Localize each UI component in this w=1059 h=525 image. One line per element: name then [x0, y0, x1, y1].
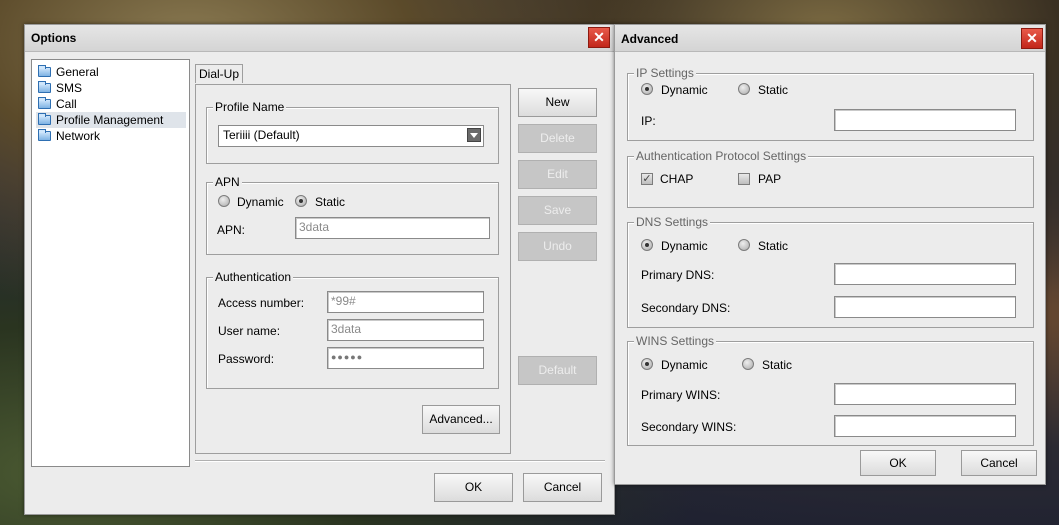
default-button[interactable]: Default	[518, 356, 597, 385]
secondary-wins-label: Secondary WINS:	[641, 420, 737, 434]
apn-static-radio[interactable]	[295, 195, 307, 207]
apn-legend: APN	[213, 175, 242, 189]
pap-checkbox[interactable]	[738, 173, 750, 185]
advanced-close-icon[interactable]: ✕	[1021, 28, 1043, 49]
user-name-label: User name:	[218, 324, 281, 338]
edit-button[interactable]: Edit	[518, 160, 597, 189]
tree-item-profile-management[interactable]: Profile Management	[36, 112, 186, 128]
options-title: Options	[31, 31, 77, 45]
secondary-wins-field[interactable]	[834, 415, 1016, 437]
secondary-dns-field[interactable]	[834, 296, 1016, 318]
advanced-dialog: Advanced ✕ IP Settings Dynamic Static IP…	[614, 24, 1046, 485]
folder-open-icon	[38, 113, 51, 125]
options-titlebar[interactable]: Options ✕	[25, 25, 614, 52]
wins-dynamic-radio[interactable]	[641, 358, 653, 370]
advanced-title: Advanced	[621, 32, 679, 46]
auth-protocol-group: Authentication Protocol Settings ✓ CHAP …	[627, 149, 1034, 208]
category-tree: General SMS Call Profile Management Netw…	[31, 59, 190, 467]
auth-protocol-legend: Authentication Protocol Settings	[634, 149, 809, 163]
dns-dynamic-label: Dynamic	[661, 239, 708, 253]
advanced-cancel-button[interactable]: Cancel	[961, 450, 1037, 476]
options-cancel-button[interactable]: Cancel	[523, 473, 602, 502]
ip-field[interactable]	[834, 109, 1016, 131]
options-ok-button[interactable]: OK	[434, 473, 513, 502]
access-number-field[interactable]: *99#	[327, 291, 484, 313]
chap-label: CHAP	[660, 172, 694, 186]
wins-settings-legend: WINS Settings	[634, 334, 717, 348]
authentication-legend: Authentication	[213, 270, 294, 284]
profile-select[interactable]: Teriiii (Default)	[218, 125, 484, 147]
dns-settings-group: DNS Settings Dynamic Static Primary DNS:…	[627, 215, 1034, 328]
apn-label: APN:	[217, 223, 246, 237]
ip-dynamic-label: Dynamic	[661, 83, 708, 97]
profile-select-value: Teriiii (Default)	[223, 128, 300, 142]
dns-dynamic-radio[interactable]	[641, 239, 653, 251]
ip-label: IP:	[641, 114, 656, 128]
apn-group: APN Dynamic Static APN: 3data	[206, 175, 499, 255]
primary-wins-label: Primary WINS:	[641, 388, 721, 402]
advanced-ok-button[interactable]: OK	[860, 450, 936, 476]
apn-static-label: Static	[315, 195, 346, 209]
authentication-group: Authentication Access number: *99# User …	[206, 270, 499, 389]
access-number-label: Access number:	[218, 296, 305, 310]
dns-settings-legend: DNS Settings	[634, 215, 711, 229]
save-button[interactable]: Save	[518, 196, 597, 225]
delete-button[interactable]: Delete	[518, 124, 597, 153]
options-dialog: Options ✕ General SMS Call Profile Manag…	[24, 24, 615, 515]
tab-dial-up[interactable]: Dial-Up	[195, 64, 244, 83]
wins-static-radio[interactable]	[742, 358, 754, 370]
tree-item-sms[interactable]: SMS	[36, 80, 186, 96]
user-name-field[interactable]: 3data	[327, 319, 484, 341]
ip-settings-legend: IP Settings	[634, 66, 696, 80]
tree-item-general[interactable]: General	[36, 64, 186, 80]
primary-wins-field[interactable]	[834, 383, 1016, 405]
ip-static-radio[interactable]	[738, 83, 750, 95]
wins-dynamic-label: Dynamic	[661, 358, 708, 372]
ip-dynamic-radio[interactable]	[641, 83, 653, 95]
options-footer-separator	[195, 460, 605, 462]
folder-icon	[38, 97, 51, 109]
secondary-dns-label: Secondary DNS:	[641, 301, 731, 315]
profile-name-legend: Profile Name	[213, 100, 287, 114]
apn-dynamic-radio[interactable]	[218, 195, 230, 207]
primary-dns-field[interactable]	[834, 263, 1016, 285]
tree-item-call[interactable]: Call	[36, 96, 186, 112]
pap-label: PAP	[758, 172, 782, 186]
folder-icon	[38, 81, 51, 93]
tree-item-network[interactable]: Network	[36, 128, 186, 144]
primary-dns-label: Primary DNS:	[641, 268, 715, 282]
apn-dynamic-label: Dynamic	[237, 195, 284, 209]
apn-field[interactable]: 3data	[295, 217, 490, 239]
advanced-button[interactable]: Advanced...	[422, 405, 500, 434]
folder-icon	[38, 65, 51, 77]
advanced-titlebar[interactable]: Advanced ✕	[615, 25, 1045, 52]
chap-checkbox[interactable]: ✓	[641, 173, 653, 185]
dns-static-radio[interactable]	[738, 239, 750, 251]
folder-icon	[38, 129, 51, 141]
dns-static-label: Static	[758, 239, 789, 253]
chevron-down-icon[interactable]	[467, 128, 481, 142]
ip-static-label: Static	[758, 83, 789, 97]
password-field[interactable]: ●●●●●	[327, 347, 484, 369]
new-button[interactable]: New	[518, 88, 597, 117]
undo-button[interactable]: Undo	[518, 232, 597, 261]
password-label: Password:	[218, 352, 275, 366]
options-close-icon[interactable]: ✕	[588, 27, 610, 48]
wins-static-label: Static	[762, 358, 793, 372]
ip-settings-group: IP Settings Dynamic Static IP:	[627, 66, 1034, 141]
wins-settings-group: WINS Settings Dynamic Static Primary WIN…	[627, 334, 1034, 446]
profile-name-group: Profile Name Teriiii (Default)	[206, 100, 499, 164]
